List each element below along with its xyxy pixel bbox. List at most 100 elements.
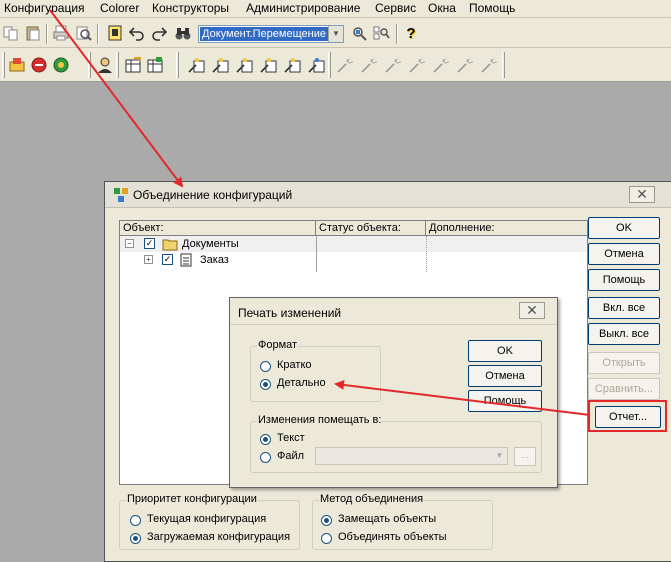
compare-table-button[interactable]: [144, 54, 166, 76]
close-icon[interactable]: ✕: [519, 302, 545, 319]
toolbar-grip[interactable]: [116, 52, 119, 78]
menu-item-help[interactable]: Помощь: [469, 1, 515, 15]
format-groupbox: Формат Кратко Детально: [250, 339, 381, 402]
merge-dialog-titlebar[interactable]: Объединение конфигураций ✕: [105, 182, 671, 208]
find-button[interactable]: [172, 22, 194, 44]
menu-item-constructors[interactable]: Конструкторы: [152, 1, 229, 15]
paste-button[interactable]: [22, 22, 44, 44]
tree-row[interactable]: + ✓ Заказ: [120, 252, 316, 268]
open-config-button[interactable]: [6, 54, 28, 76]
wand-icon-disabled: [409, 58, 426, 73]
row-checkbox[interactable]: ✓: [144, 238, 155, 249]
format-detailed-radio[interactable]: [260, 379, 271, 390]
stop-button[interactable]: [28, 54, 50, 76]
close-icon[interactable]: ✕: [629, 186, 655, 203]
constructor-button-2[interactable]: [210, 54, 232, 76]
output-group-label: Изменения помещать в:: [257, 414, 383, 426]
wand-document-icon: [260, 58, 277, 73]
menu-item-service[interactable]: Сервис: [375, 1, 416, 15]
toolbar-grip[interactable]: [2, 52, 5, 78]
constructor-button-3[interactable]: [234, 54, 256, 76]
format-brief-label[interactable]: Кратко: [277, 359, 312, 371]
disabled-wand-button-6[interactable]: [454, 54, 476, 76]
disabled-wand-button-5[interactable]: [430, 54, 452, 76]
print-help-button[interactable]: Помощь: [468, 390, 542, 412]
metadata-tree-button[interactable]: [122, 54, 144, 76]
method-merge-label[interactable]: Объединять объекты: [338, 531, 447, 543]
compare-button[interactable]: Сравнить...: [588, 378, 660, 400]
print-preview-button[interactable]: [72, 22, 94, 44]
print-cancel-button[interactable]: Отмена: [468, 365, 542, 387]
priority-current-label[interactable]: Текущая конфигурация: [147, 513, 266, 525]
menu-item-colorer[interactable]: Colorer: [100, 1, 139, 15]
column-header-status[interactable]: Статус объекта:: [316, 221, 426, 236]
output-text-radio[interactable]: [260, 434, 271, 445]
merge-config-icon: [114, 188, 128, 202]
print-button[interactable]: [50, 22, 72, 44]
priority-loaded-radio[interactable]: [130, 533, 141, 544]
print-ok-button[interactable]: OK: [468, 340, 542, 362]
print-dialog-titlebar[interactable]: Печать изменений ✕: [230, 298, 557, 325]
help-button[interactable]: Помощь: [588, 269, 660, 291]
run-button[interactable]: [50, 54, 72, 76]
tree-row[interactable]: − ✓ Документы: [120, 236, 316, 252]
deselect-all-button[interactable]: Выкл. все: [588, 323, 660, 345]
priority-loaded-label[interactable]: Загружаемая конфигурация: [147, 531, 290, 543]
disabled-wand-button-4[interactable]: [406, 54, 428, 76]
constructor-button-5[interactable]: [282, 54, 304, 76]
disabled-wand-button-3[interactable]: [382, 54, 404, 76]
chevron-down-icon[interactable]: ▼: [328, 26, 343, 42]
disabled-wand-button-7[interactable]: [478, 54, 500, 76]
toolbar-grip[interactable]: [176, 52, 179, 78]
menu-item-windows[interactable]: Окна: [428, 1, 456, 15]
row-checkbox[interactable]: ✓: [162, 254, 173, 265]
configuration-toolbar: [0, 48, 671, 82]
constructor-button-1[interactable]: [186, 54, 208, 76]
format-brief-radio[interactable]: [260, 361, 271, 372]
locate-object-button[interactable]: [348, 22, 370, 44]
column-header-object[interactable]: Объект:: [120, 221, 316, 236]
toolbar-grip[interactable]: [502, 52, 505, 78]
menu-item-administration[interactable]: Администрирование: [246, 1, 360, 15]
chevron-down-icon[interactable]: ▼: [492, 448, 507, 464]
folder-icon: [162, 239, 178, 251]
redo-button[interactable]: [148, 22, 170, 44]
copy-button[interactable]: [0, 22, 22, 44]
help-button[interactable]: ?: [400, 22, 422, 44]
column-header-addition[interactable]: Дополнение:: [426, 221, 587, 236]
method-merge-radio[interactable]: [321, 533, 332, 544]
disabled-wand-button-1[interactable]: [334, 54, 356, 76]
method-replace-label[interactable]: Замещать объекты: [338, 513, 436, 525]
select-all-button[interactable]: Вкл. все: [588, 297, 660, 319]
toolbar-grip[interactable]: [88, 52, 91, 78]
format-detailed-label[interactable]: Детально: [277, 377, 326, 389]
expand-icon[interactable]: +: [144, 255, 153, 264]
collapse-icon[interactable]: −: [125, 239, 134, 248]
wand-icon-disabled: [361, 58, 378, 73]
ok-button[interactable]: OK: [588, 217, 660, 239]
method-replace-radio[interactable]: [321, 515, 332, 526]
constructor-button-6[interactable]: [306, 54, 328, 76]
syntax-assistant-button[interactable]: [104, 22, 126, 44]
browse-file-button[interactable]: ...: [514, 447, 536, 466]
method-groupbox: Метод объединения Замещать объекты Объед…: [312, 493, 493, 550]
find-references-button[interactable]: [370, 22, 392, 44]
output-file-label[interactable]: Файл: [277, 450, 304, 462]
output-text-label[interactable]: Текст: [277, 432, 305, 444]
paste-icon: [26, 26, 40, 41]
disabled-wand-button-2[interactable]: [358, 54, 380, 76]
cancel-button[interactable]: Отмена: [588, 243, 660, 265]
file-path-combo[interactable]: ▼: [315, 447, 508, 465]
document-selector[interactable]: Документ.Перемещение ▼: [198, 25, 344, 43]
toolbar-grip[interactable]: [328, 52, 331, 78]
menu-item-configuration[interactable]: Конфигурация: [4, 1, 85, 15]
priority-current-radio[interactable]: [130, 515, 141, 526]
undo-button[interactable]: [126, 22, 148, 44]
config-open-icon: [9, 58, 25, 72]
book-icon: [108, 25, 122, 41]
output-file-radio[interactable]: [260, 452, 271, 463]
users-button[interactable]: [94, 54, 116, 76]
toolbar-separator: [97, 24, 99, 44]
constructor-button-4[interactable]: [258, 54, 280, 76]
open-button[interactable]: Открыть: [588, 352, 660, 374]
